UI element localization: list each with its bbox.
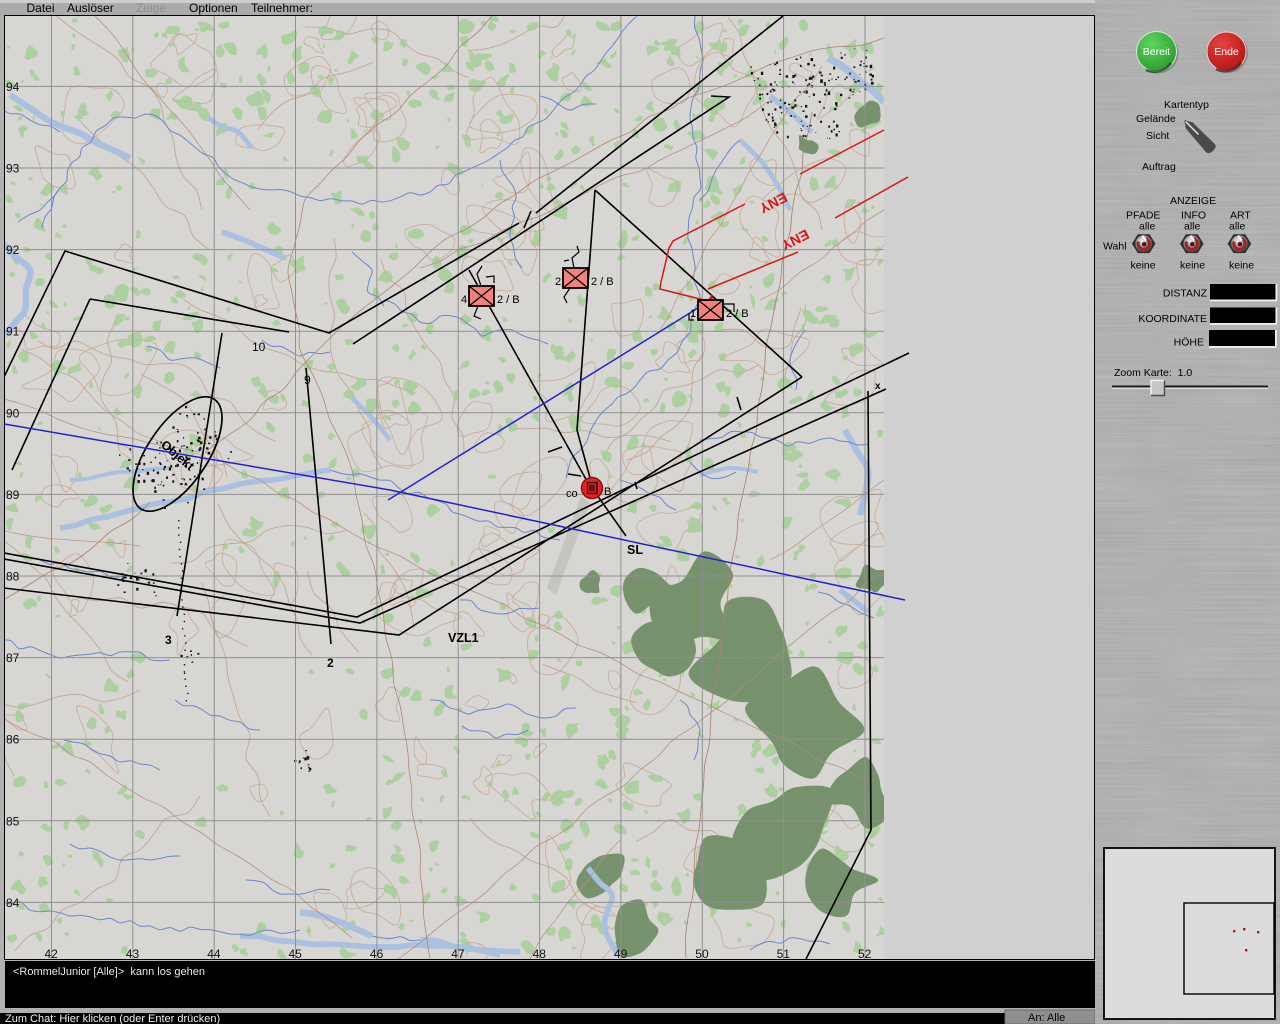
svg-text:alle: alle [1229, 221, 1246, 233]
svg-text:86: 86 [6, 733, 20, 747]
svg-text:Teilnehmer:: Teilnehmer: [251, 1, 313, 15]
svg-text:43: 43 [126, 947, 140, 961]
svg-text:B: B [604, 486, 611, 498]
svg-text:48: 48 [533, 947, 547, 961]
svg-text:89: 89 [6, 488, 20, 502]
svg-text:91: 91 [6, 325, 20, 339]
svg-text:Kartentyp: Kartentyp [1164, 99, 1209, 111]
svg-text:3: 3 [165, 633, 172, 647]
svg-text:88: 88 [6, 570, 20, 584]
svg-text:50: 50 [695, 947, 709, 961]
svg-text:2 / B: 2 / B [497, 294, 520, 306]
svg-text:93: 93 [6, 162, 20, 176]
svg-text:VZL1: VZL1 [448, 631, 479, 645]
svg-text:Auslöser: Auslöser [67, 1, 114, 15]
svg-text:42: 42 [45, 947, 59, 961]
svg-text:keine: keine [1131, 260, 1156, 272]
svg-text:46: 46 [370, 947, 384, 961]
svg-text:keine: keine [1229, 260, 1254, 272]
svg-text:alle: alle [1139, 221, 1156, 233]
svg-text:Gelände: Gelände [1136, 113, 1176, 125]
svg-text:Zoom Karte: 1.0: Zoom Karte: 1.0 [1114, 367, 1192, 379]
svg-text:Zeige: Zeige [136, 1, 166, 15]
svg-text:<RommelJunior [Alle]> kann lo: <RommelJunior [Alle]> kann los gehen [13, 966, 205, 978]
svg-text:45: 45 [289, 947, 303, 961]
svg-text:HÖHE: HÖHE [1174, 337, 1204, 349]
svg-text:51: 51 [777, 947, 791, 961]
svg-text:85: 85 [6, 814, 20, 828]
svg-text:Datei: Datei [27, 1, 55, 15]
svg-text:9: 9 [304, 373, 311, 387]
svg-text:Ende: Ende [1214, 46, 1239, 58]
svg-text:87: 87 [6, 651, 20, 665]
svg-text:2 / B: 2 / B [591, 276, 614, 288]
svg-text:alle: alle [1184, 221, 1201, 233]
svg-text:52: 52 [858, 947, 872, 961]
svg-text:ANZEIGE: ANZEIGE [1170, 195, 1216, 207]
svg-text:47: 47 [451, 947, 465, 961]
svg-text:Optionen: Optionen [189, 1, 238, 15]
svg-text:4: 4 [461, 294, 467, 306]
svg-text:44: 44 [207, 947, 221, 961]
svg-text:49: 49 [614, 947, 628, 961]
svg-text:92: 92 [6, 243, 20, 257]
svg-text:An: Alle: An: Alle [1028, 1012, 1065, 1024]
svg-text:x: x [875, 381, 881, 392]
svg-text:SL: SL [627, 543, 643, 557]
svg-text:DISTANZ: DISTANZ [1163, 288, 1208, 300]
svg-text:Auftrag: Auftrag [1142, 161, 1176, 173]
svg-text:Zum Chat: Hier klicken (oder E: Zum Chat: Hier klicken (oder Enter drück… [5, 1013, 220, 1024]
svg-text:keine: keine [1180, 260, 1205, 272]
svg-text:2: 2 [555, 276, 561, 288]
svg-text:2 / B: 2 / B [726, 308, 749, 320]
svg-text:1: 1 [690, 308, 696, 320]
svg-text:Bereit: Bereit [1143, 46, 1171, 58]
svg-text:Wahl: Wahl [1103, 241, 1127, 253]
svg-text:84: 84 [6, 896, 20, 910]
svg-text:90: 90 [6, 406, 20, 420]
svg-text:Sicht: Sicht [1146, 130, 1169, 142]
svg-text:94: 94 [6, 80, 20, 94]
svg-text:co: co [566, 488, 578, 500]
svg-text:10: 10 [252, 340, 266, 354]
svg-text:2: 2 [327, 656, 334, 670]
svg-text:KOORDINATE: KOORDINATE [1138, 313, 1207, 325]
